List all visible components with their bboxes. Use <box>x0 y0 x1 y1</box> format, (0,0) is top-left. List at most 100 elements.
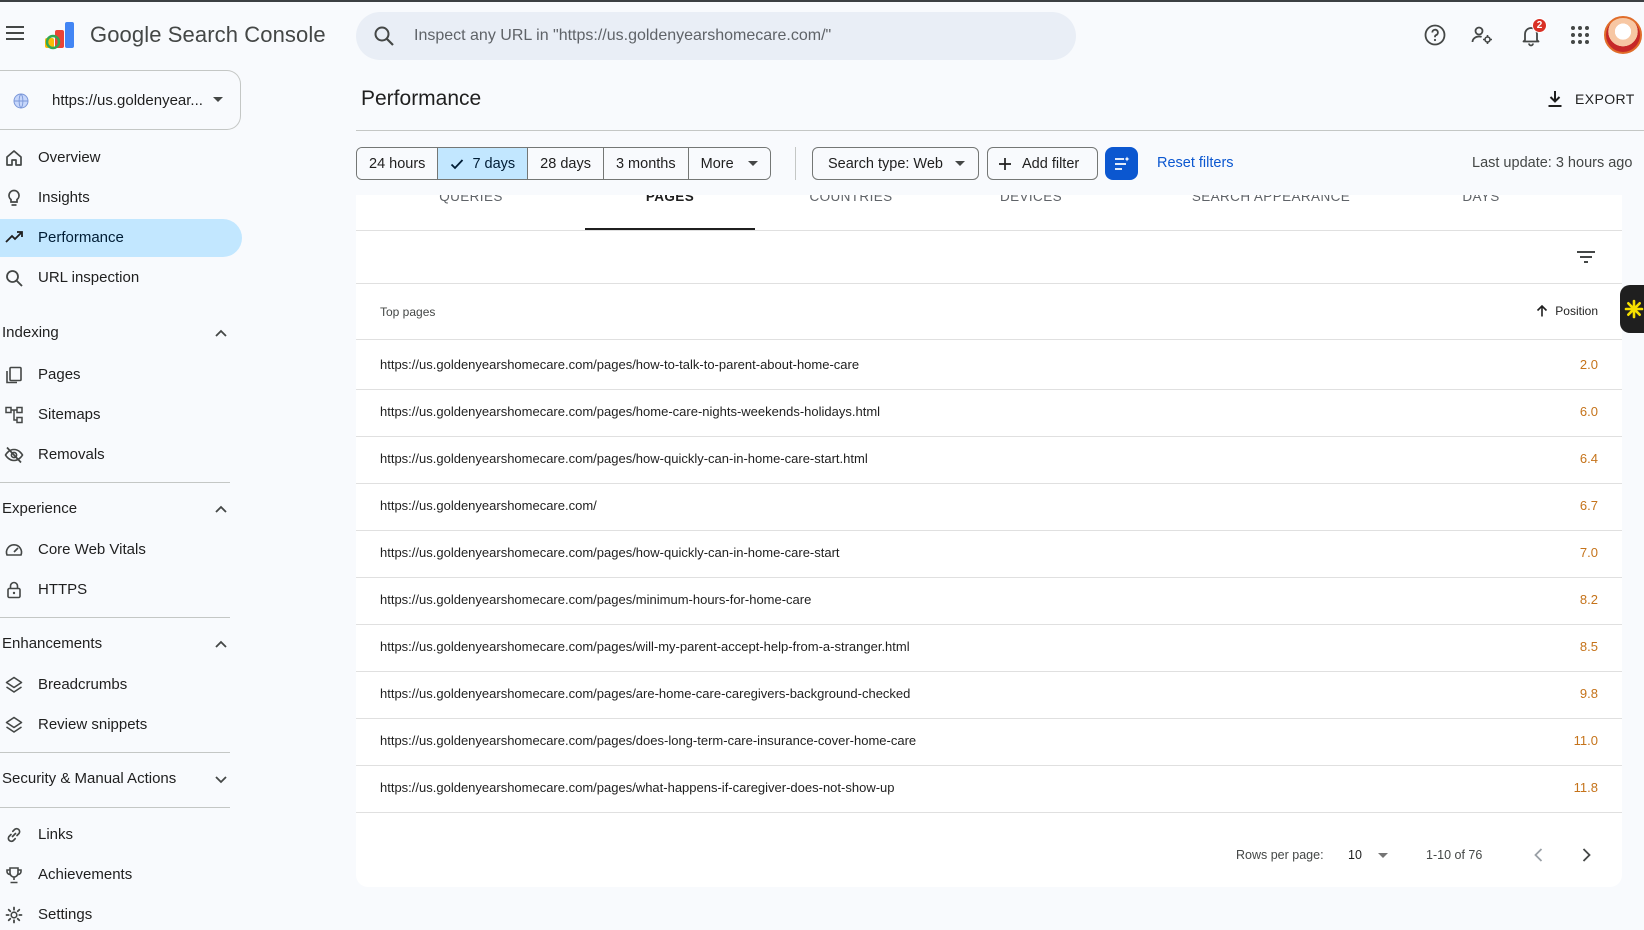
table-row[interactable]: https://us.goldenyearshomecare.com/pages… <box>356 435 1622 484</box>
sidebar-divider <box>0 752 230 753</box>
table-row[interactable]: https://us.goldenyearshomecare.com/pages… <box>356 388 1622 437</box>
filter-rows-icon[interactable] <box>1574 245 1598 269</box>
add-filter-label: Add filter <box>1022 155 1080 172</box>
chevron-up-icon <box>215 329 227 337</box>
tab-days[interactable]: DAYS <box>1406 195 1556 209</box>
nav-performance[interactable]: Performance <box>0 219 242 257</box>
nav-label: Removals <box>38 446 105 463</box>
date-range-28-days[interactable]: 28 days <box>528 148 604 179</box>
nav-settings[interactable]: Settings <box>0 896 242 930</box>
reset-filters-link[interactable]: Reset filters <box>1157 155 1234 171</box>
trophy-icon <box>6 867 22 884</box>
rows-per-page-select[interactable]: 10 <box>1348 848 1362 862</box>
nav-label: Achievements <box>38 866 133 883</box>
nav-links[interactable]: Links <box>0 816 242 854</box>
nav-pages[interactable]: Pages <box>0 356 242 394</box>
section-experience[interactable]: Experience <box>0 490 232 528</box>
previous-page-icon[interactable] <box>1529 845 1549 865</box>
nav-overview[interactable]: Overview <box>0 139 242 177</box>
section-indexing[interactable]: Indexing <box>0 314 232 352</box>
lock-icon <box>7 581 21 599</box>
table-row[interactable]: https://us.goldenyearshomecare.com/pages… <box>356 341 1622 390</box>
nav-url-inspection[interactable]: URL inspection <box>0 259 242 297</box>
date-range-3-months[interactable]: 3 months <box>603 148 689 179</box>
filter-settings-button[interactable] <box>1105 147 1138 180</box>
caret-down-icon[interactable] <box>1378 853 1388 858</box>
search-type-dropdown[interactable]: Search type: Web <box>812 147 979 180</box>
date-range-24-hours[interactable]: 24 hours <box>357 148 439 179</box>
table-row[interactable]: https://us.goldenyearshomecare.com/6.7 <box>356 482 1622 531</box>
nav-breadcrumbs[interactable]: Breadcrumbs <box>0 666 242 704</box>
download-icon <box>1548 91 1562 107</box>
nav-core-web-vitals[interactable]: Core Web Vitals <box>0 531 242 569</box>
page-url: https://us.goldenyearshomecare.com/pages… <box>380 780 895 795</box>
page-url: https://us.goldenyearshomecare.com/pages… <box>380 404 881 419</box>
account-avatar[interactable] <box>1604 16 1642 54</box>
nav-https[interactable]: HTTPS <box>0 571 242 609</box>
section-security-manual-actions[interactable]: Security & Manual Actions <box>0 760 232 798</box>
section-title: Indexing <box>2 324 59 341</box>
eye-off-icon <box>4 446 24 464</box>
date-range-more[interactable]: More <box>688 148 770 179</box>
nav-achievements[interactable]: Achievements <box>0 856 242 894</box>
nav-sitemaps[interactable]: Sitemaps <box>0 396 242 434</box>
table-row[interactable]: https://us.goldenyearshomecare.com/pages… <box>356 670 1622 719</box>
notifications-bell-icon[interactable]: 2 <box>1518 18 1547 48</box>
table-row[interactable]: https://us.goldenyearshomecare.com/pages… <box>356 576 1622 625</box>
user-settings-icon[interactable] <box>1469 22 1495 48</box>
nav-label: Performance <box>38 229 124 246</box>
page-title: Performance <box>361 87 482 110</box>
position-value: 6.0 <box>1579 404 1598 419</box>
sidebar-divider <box>0 617 230 618</box>
home-icon <box>6 150 22 166</box>
tab-devices[interactable]: DEVICES <box>956 195 1106 209</box>
section-title: Experience <box>2 500 78 517</box>
table-row[interactable]: https://us.goldenyearshomecare.com/pages… <box>356 623 1622 672</box>
apps-grid-icon[interactable] <box>1567 22 1593 48</box>
nav-label: Breadcrumbs <box>38 676 128 693</box>
tab-pages[interactable]: PAGES <box>585 195 755 209</box>
nav-label: Insights <box>38 189 90 206</box>
nav-label: Links <box>38 826 74 843</box>
nav-label: Core Web Vitals <box>38 541 146 558</box>
add-filter-button[interactable]: Add filter <box>987 147 1098 180</box>
help-icon[interactable] <box>1422 22 1448 48</box>
date-range-7-days[interactable]: 7 days <box>438 148 529 179</box>
table-row[interactable]: https://us.goldenyearshomecare.com/pages… <box>356 764 1622 813</box>
date-range-label: 24 hours <box>369 155 426 172</box>
section-enhancements[interactable]: Enhancements <box>0 625 232 663</box>
position-label: Position <box>1555 304 1598 318</box>
trending-up-icon <box>5 231 23 243</box>
sitemap-icon <box>5 406 23 424</box>
tab-queries[interactable]: QUERIES <box>396 195 546 209</box>
active-tab-indicator <box>585 228 755 230</box>
extension-side-widget[interactable] <box>1620 285 1644 333</box>
tab-countries[interactable]: COUNTRIES <box>766 195 936 209</box>
nav-label: URL inspection <box>38 269 140 286</box>
nav-review-snippets[interactable]: Review snippets <box>0 706 242 744</box>
column-header-position[interactable]: Position <box>1535 304 1598 318</box>
position-value: 8.5 <box>1579 639 1598 654</box>
layers-icon <box>5 676 23 693</box>
sort-arrow-up-icon <box>1537 304 1548 317</box>
nav-removals[interactable]: Removals <box>0 436 242 474</box>
url-inspect-input[interactable] <box>414 27 1054 45</box>
property-selector[interactable]: https://us.goldenyear... <box>0 70 241 130</box>
page-range: 1-10 of 76 <box>1426 848 1483 862</box>
page-url: https://us.goldenyearshomecare.com/pages… <box>380 592 812 607</box>
hamburger-menu-icon[interactable] <box>4 22 26 44</box>
next-page-icon[interactable] <box>1576 845 1596 865</box>
export-button[interactable]: EXPORT <box>1545 84 1635 114</box>
nav-label: Review snippets <box>38 716 148 733</box>
table-row[interactable]: https://us.goldenyearshomecare.com/pages… <box>356 529 1622 578</box>
caret-down-icon <box>747 161 758 166</box>
url-inspection-search[interactable] <box>356 12 1076 60</box>
pages-icon <box>6 366 22 384</box>
date-range-label: 28 days <box>540 155 591 172</box>
chevron-up-icon <box>215 505 227 513</box>
toolbar-separator <box>795 147 796 180</box>
table-row[interactable]: https://us.goldenyearshomecare.com/pages… <box>356 717 1622 766</box>
dimension-tabs: QUERIES PAGES COUNTRIES DEVICES SEARCH A… <box>356 195 1622 231</box>
nav-insights[interactable]: Insights <box>0 179 242 217</box>
tab-search-appearance[interactable]: SEARCH APPEARANCE <box>1176 195 1366 209</box>
